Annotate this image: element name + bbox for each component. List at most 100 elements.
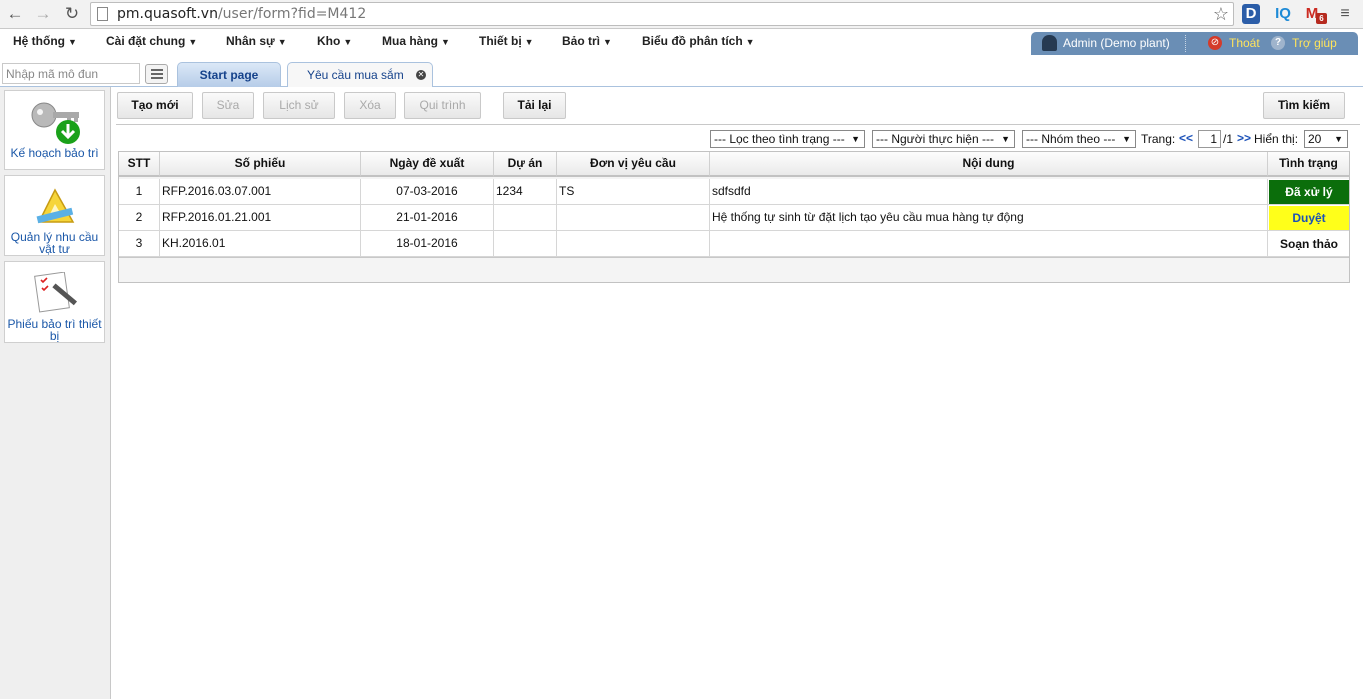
sidebar-item-phieu-bao-tri-thiet-bi[interactable]: Phiếu bảo trì thiết bị [4,261,105,343]
caret-down-icon: ▼ [524,37,534,47]
history-button[interactable]: Lịch sử [263,92,335,119]
status-filter-select[interactable]: --- Lọc theo tình trạng --- ▼ [710,130,865,148]
menu-label: Biểu đồ phân tích [642,34,743,48]
assignee-filter-select[interactable]: --- Người thực hiện --- ▼ [872,130,1015,148]
cell-date: 18-01-2016 [361,231,494,257]
menu-label: Bảo trì [562,34,601,48]
column-header-don-vi-yeu-cau[interactable]: Đơn vị yêu cầu [557,152,710,177]
menu-cai-dat-chung[interactable]: Cài đặt chung ▼ [106,34,197,48]
table-row[interactable]: 3 KH.2016.01 18-01-2016 Soạn thảo [119,231,1349,257]
search-button[interactable]: Tìm kiếm [1263,92,1345,119]
address-bar[interactable]: pm.quasoft.vn/user/form?fid=M412 ☆ [90,2,1234,26]
menu-kho[interactable]: Kho ▼ [317,34,352,48]
table-row[interactable]: 2 RFP.2016.01.21.001 21-01-2016 Hệ thống… [119,205,1349,231]
column-header-so-phieu[interactable]: Số phiếu [160,152,361,177]
create-button[interactable]: Tạo mới [117,92,193,119]
cell-code: KH.2016.01 [160,231,361,257]
select-value: --- Nhóm theo --- [1026,132,1116,146]
extension-iq-icon[interactable]: IQ [1271,4,1295,24]
user-name[interactable]: Admin (Demo plant) [1063,36,1170,50]
requests-table: STT Số phiếu Ngày đề xuất Dự án Đơn vị y… [118,151,1350,283]
cell-stt: 2 [119,205,160,231]
user-box: Admin (Demo plant) ⊘ Thoát ? Trợ giúp [1031,32,1358,55]
delete-button[interactable]: Xóa [344,92,396,119]
status-badge: Soạn thảo [1269,232,1349,256]
page-number-input[interactable]: 1 [1198,130,1221,148]
key-download-icon [31,102,80,144]
page-total: /1 [1223,132,1234,146]
caret-down-icon: ▼ [1001,134,1010,144]
column-header-du-an[interactable]: Dự án [494,152,557,177]
tabs-row: Start page Yêu cầu mua sắm ✕ [0,56,1363,87]
browser-menu-icon[interactable]: ≡ [1336,4,1354,24]
column-header-noi-dung[interactable]: Nội dung [710,152,1268,177]
gmail-icon[interactable]: M 6 [1302,4,1327,24]
prev-page-link[interactable]: << [1179,131,1193,145]
help-link[interactable]: Trợ giúp [1292,36,1337,50]
next-page-link[interactable]: >> [1237,131,1251,145]
cell-code: RFP.2016.01.21.001 [160,205,361,231]
url-path: /user/form?fid=M412 [217,6,367,22]
extension-d-icon[interactable]: D [1242,4,1260,24]
caret-down-icon: ▼ [603,37,612,47]
sidebar-item-label: Kế hoạch bảo trì [10,146,99,160]
edit-button[interactable]: Sửa [202,92,254,119]
logout-link[interactable]: Thoát [1229,36,1260,50]
table-row[interactable]: 1 RFP.2016.03.07.001 07-03-2016 1234 TS … [119,179,1349,205]
reload-icon[interactable]: ↻ [61,4,83,24]
workflow-button[interactable]: Qui trình [404,92,481,119]
column-header-stt[interactable]: STT [119,152,160,177]
select-value: --- Lọc theo tình trạng --- [714,132,845,146]
tab-label: Start page [199,68,259,82]
browser-toolbar: ← → ↻ pm.quasoft.vn/user/form?fid=M412 ☆… [0,0,1363,29]
caret-down-icon: ▼ [851,134,860,144]
logout-icon[interactable]: ⊘ [1208,36,1222,50]
menu-label: Nhân sự [226,34,275,48]
user-avatar-icon [1042,35,1057,51]
cell-date: 07-03-2016 [361,179,494,205]
menu-he-thong[interactable]: Hệ thống ▼ [13,34,77,48]
caret-down-icon: ▼ [1334,134,1343,144]
menu-mua-hang[interactable]: Mua hàng ▼ [382,34,450,48]
cell-date: 21-01-2016 [361,205,494,231]
cell-content [710,231,1268,257]
select-value: --- Người thực hiện --- [876,132,994,146]
column-header-tinh-trang[interactable]: Tình trạng [1268,152,1349,177]
forward-icon[interactable]: → [32,4,54,24]
module-code-input[interactable] [2,63,140,84]
menu-bieu-do-phan-tich[interactable]: Biểu đồ phân tích ▼ [642,34,755,48]
group-by-select[interactable]: --- Nhóm theo --- ▼ [1022,130,1136,148]
sidebar-item-quan-ly-nhu-cau-vat-tu[interactable]: Quản lý nhu cầu vật tư [4,175,105,256]
caret-down-icon: ▼ [343,37,353,47]
cell-project [494,231,557,257]
cell-code: RFP.2016.03.07.001 [160,179,361,205]
module-grid-icon[interactable] [145,64,168,84]
column-header-ngay-de-xuat[interactable]: Ngày đề xuất [361,152,494,177]
back-icon[interactable]: ← [4,4,26,24]
ruler-triangle-icon [36,188,75,224]
caret-down-icon: ▼ [188,37,198,47]
tab-yeu-cau-mua-sam[interactable]: Yêu cầu mua sắm ✕ [287,62,433,87]
select-value: 20 [1308,132,1322,146]
cell-unit: TS [557,179,710,205]
menu-label: Hệ thống [13,34,65,48]
tab-start-page[interactable]: Start page [177,62,281,87]
page-label: Trang: [1141,132,1176,146]
gmail-badge: 6 [1316,13,1327,24]
reload-button[interactable]: Tải lại [503,92,566,119]
sidebar-item-label: vật tư [39,242,70,256]
menu-bao-tri[interactable]: Bảo trì ▼ [562,34,612,48]
cell-project: 1234 [494,179,557,205]
caret-down-icon: ▼ [441,37,450,47]
page-size-select[interactable]: 20 ▼ [1304,130,1348,148]
cell-stt: 1 [119,179,160,205]
help-icon[interactable]: ? [1271,36,1285,50]
cell-content: sdfsdfd [710,179,1268,205]
menu-label: Cài đặt chung [106,34,186,48]
menu-thiet-bi[interactable]: Thiết bị ▼ [479,34,534,48]
bookmark-star-icon[interactable]: ☆ [1213,4,1229,25]
menu-nhan-su[interactable]: Nhân sự ▼ [226,34,287,48]
close-tab-icon[interactable]: ✕ [416,70,426,80]
divider [1185,35,1186,52]
sidebar-item-ke-hoach-bao-tri[interactable]: Kế hoạch bảo trì [4,90,105,170]
